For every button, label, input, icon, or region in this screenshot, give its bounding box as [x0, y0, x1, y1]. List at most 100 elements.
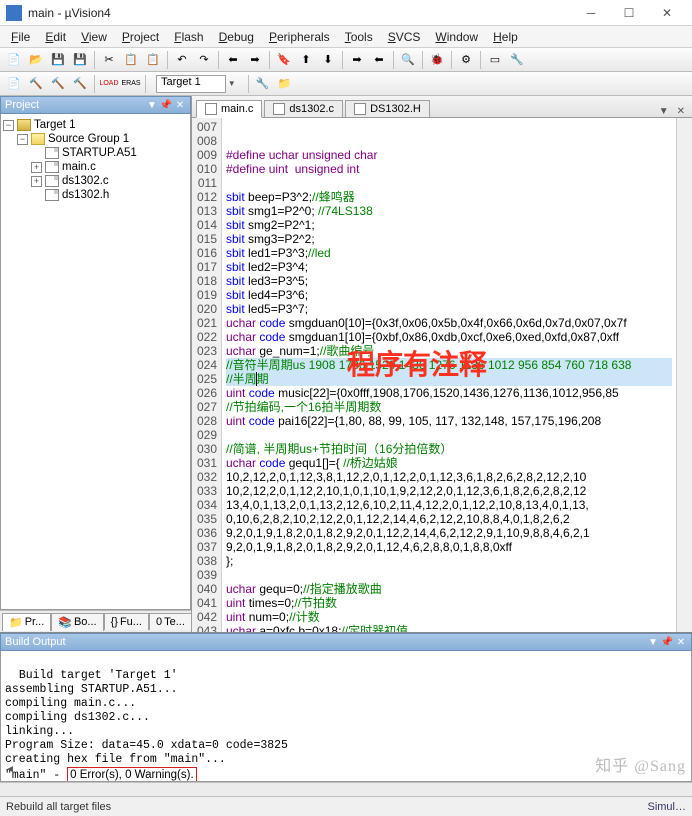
- code-line[interactable]: sbit led5=P3^7;: [226, 302, 672, 316]
- code-line[interactable]: //音符半周期us 1908 1706 1520 1436 1276 1136 …: [226, 358, 672, 372]
- tab-project[interactable]: 📁 Pr...: [2, 613, 51, 631]
- copy-button[interactable]: 📋: [121, 50, 141, 70]
- project-tree[interactable]: − Target 1 − Source Group 1 STARTUP.A51+…: [0, 114, 191, 610]
- code-line[interactable]: sbit smg2=P2^1;: [226, 218, 672, 232]
- code-line[interactable]: //简谱, 半周期us+节拍时间（16分拍倍数）: [226, 442, 672, 456]
- manage-button[interactable]: 📁: [275, 74, 295, 94]
- indent-button[interactable]: ➡: [347, 50, 367, 70]
- code-line[interactable]: uchar ge_num=1;//歌曲编号: [226, 344, 672, 358]
- expand-icon[interactable]: +: [31, 162, 42, 173]
- code-line[interactable]: sbit beep=P3^2;//蜂鸣器: [226, 190, 672, 204]
- cut-button[interactable]: ✂: [99, 50, 119, 70]
- code-line[interactable]: sbit smg3=P2^2;: [226, 232, 672, 246]
- code-line[interactable]: uchar code smgduan1[10]={0xbf,0x86,0xdb,…: [226, 330, 672, 344]
- menu-tools[interactable]: Tools: [338, 28, 380, 46]
- editor-tab[interactable]: ds1302.c: [264, 100, 343, 117]
- build-output-text[interactable]: Build target 'Target 1' assembling START…: [0, 651, 692, 782]
- menu-edit[interactable]: Edit: [38, 28, 73, 46]
- menu-view[interactable]: View: [74, 28, 114, 46]
- options-button[interactable]: 🔧: [253, 74, 273, 94]
- code-line[interactable]: sbit led1=P3^3;//led: [226, 246, 672, 260]
- find-button[interactable]: 🔍: [398, 50, 418, 70]
- tree-file[interactable]: +main.c: [3, 160, 188, 174]
- tab-books[interactable]: 📚 Bo...: [51, 613, 103, 631]
- erase-button[interactable]: ERAS: [121, 74, 141, 94]
- tree-target[interactable]: − Target 1: [3, 118, 188, 132]
- outdent-button[interactable]: ⬅: [369, 50, 389, 70]
- code-line[interactable]: 0,10,6,2,8,2,10,2,12,2,0,1,12,2,14,4,6,2…: [226, 512, 672, 526]
- translate-button[interactable]: 📄: [4, 74, 24, 94]
- editor-tab[interactable]: main.c: [196, 100, 262, 118]
- paste-button[interactable]: 📋: [143, 50, 163, 70]
- tree-file[interactable]: STARTUP.A51: [3, 146, 188, 160]
- code-line[interactable]: uint code music[22]={0x0fff,1908,1706,15…: [226, 386, 672, 400]
- save-all-button[interactable]: 💾: [70, 50, 90, 70]
- undo-button[interactable]: ↶: [172, 50, 192, 70]
- tree-group[interactable]: − Source Group 1: [3, 132, 188, 146]
- scroll-left-icon[interactable]: ◄: [5, 763, 15, 777]
- code-line[interactable]: uchar gequ=0;//指定播放歌曲: [226, 582, 672, 596]
- code-editor[interactable]: 0070080090100110120130140150160170180190…: [192, 118, 692, 632]
- tool-button[interactable]: 🔧: [507, 50, 527, 70]
- code-line[interactable]: [226, 568, 672, 582]
- code-line[interactable]: 9,2,0,1,9,1,8,2,0,1,8,2,9,2,0,1,12,4,6,2…: [226, 540, 672, 554]
- code-content[interactable]: #define uchar unsigned char#define uint …: [222, 118, 676, 632]
- code-line[interactable]: uchar code gequ1[]={ //桥边姑娘: [226, 456, 672, 470]
- panel-dropdown-icon[interactable]: ▼: [656, 106, 672, 117]
- menu-window[interactable]: Window: [428, 28, 485, 46]
- code-line[interactable]: #define uint unsigned int: [226, 162, 672, 176]
- save-button[interactable]: 💾: [48, 50, 68, 70]
- redo-button[interactable]: ↷: [194, 50, 214, 70]
- rebuild-button[interactable]: 🔨: [48, 74, 68, 94]
- code-line[interactable]: sbit led4=P3^6;: [226, 288, 672, 302]
- panel-pin-icon[interactable]: 📌: [160, 99, 172, 111]
- menu-file[interactable]: File: [4, 28, 37, 46]
- menu-svcs[interactable]: SVCS: [381, 28, 428, 46]
- bookmark-button[interactable]: 🔖: [274, 50, 294, 70]
- panel-close-icon[interactable]: ✕: [174, 99, 186, 111]
- debug-button[interactable]: 🐞: [427, 50, 447, 70]
- code-line[interactable]: //半周期: [226, 372, 672, 386]
- config-button[interactable]: ⚙: [456, 50, 476, 70]
- editor-tab[interactable]: DS1302.H: [345, 100, 430, 117]
- collapse-icon[interactable]: −: [3, 120, 14, 131]
- bookmark-next-button[interactable]: ⬇: [318, 50, 338, 70]
- code-line[interactable]: };: [226, 554, 672, 568]
- code-line[interactable]: [226, 428, 672, 442]
- code-line[interactable]: uchar code smgduan0[10]={0x3f,0x06,0x5b,…: [226, 316, 672, 330]
- panel-close-icon[interactable]: ✕: [674, 106, 688, 117]
- menu-peripherals[interactable]: Peripherals: [262, 28, 337, 46]
- open-file-button[interactable]: 📂: [26, 50, 46, 70]
- code-line[interactable]: [226, 176, 672, 190]
- code-line[interactable]: sbit led2=P3^4;: [226, 260, 672, 274]
- code-line[interactable]: 9,2,0,1,9,1,8,2,0,1,8,2,9,2,0,1,12,2,14,…: [226, 526, 672, 540]
- menu-help[interactable]: Help: [486, 28, 525, 46]
- menu-debug[interactable]: Debug: [212, 28, 261, 46]
- tree-file[interactable]: +ds1302.c: [3, 174, 188, 188]
- download-button[interactable]: LOAD: [99, 74, 119, 94]
- code-line[interactable]: uchar a=0xfc,b=0x18;//定时器初值: [226, 624, 672, 632]
- panel-dropdown-icon[interactable]: ▼: [146, 99, 158, 111]
- close-button[interactable]: ✕: [648, 1, 686, 25]
- minimize-button[interactable]: ─: [572, 1, 610, 25]
- code-line[interactable]: 13,4,0,1,13,2,0,1,13,2,12,6,10,2,11,4,12…: [226, 498, 672, 512]
- new-file-button[interactable]: 📄: [4, 50, 24, 70]
- menu-flash[interactable]: Flash: [167, 28, 210, 46]
- code-line[interactable]: #define uchar unsigned char: [226, 148, 672, 162]
- nav-back-button[interactable]: ⬅: [223, 50, 243, 70]
- panel-dropdown-icon[interactable]: ▼: [647, 636, 659, 648]
- nav-forward-button[interactable]: ➡: [245, 50, 265, 70]
- code-line[interactable]: 10,2,12,2,0,1,12,3,8,1,12,2,0,1,12,2,0,1…: [226, 470, 672, 484]
- code-line[interactable]: //节拍编码,一个16拍半周期数: [226, 400, 672, 414]
- maximize-button[interactable]: ☐: [610, 1, 648, 25]
- batch-build-button[interactable]: 🔨: [70, 74, 90, 94]
- collapse-icon[interactable]: −: [17, 134, 28, 145]
- panel-close-icon[interactable]: ✕: [675, 636, 687, 648]
- tab-functions[interactable]: {} Fu...: [104, 613, 149, 630]
- expand-icon[interactable]: +: [31, 176, 42, 187]
- code-line[interactable]: 10,2,12,2,0,1,12,2,10,1,0,1,10,1,9,2,12,…: [226, 484, 672, 498]
- window-button[interactable]: ▭: [485, 50, 505, 70]
- tree-file[interactable]: ds1302.h: [3, 188, 188, 202]
- tab-templates[interactable]: 0 Te...: [149, 613, 192, 630]
- code-line[interactable]: uint times=0;//节拍数: [226, 596, 672, 610]
